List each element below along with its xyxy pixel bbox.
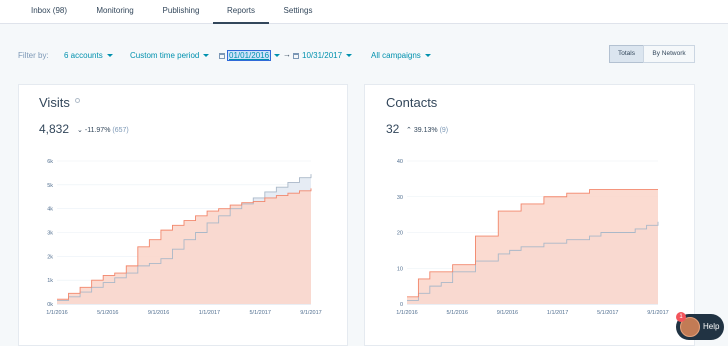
- top-nav-tabs: Inbox (98) Monitoring Publishing Reports…: [0, 0, 728, 24]
- by-network-toggle-button[interactable]: By Network: [643, 45, 695, 63]
- x-tick-label: 9/1/2016: [497, 310, 518, 316]
- tab-monitoring[interactable]: Monitoring: [90, 0, 140, 24]
- time-period-dropdown[interactable]: Custom time period: [130, 51, 210, 60]
- tab-publishing[interactable]: Publishing: [157, 0, 205, 24]
- chevron-down-icon: [346, 54, 353, 58]
- filter-label: Filter by:: [18, 51, 49, 60]
- y-tick-label: 5k: [47, 183, 53, 189]
- y-tick-label: 40: [397, 159, 403, 165]
- chevron-down-icon: [424, 54, 431, 58]
- x-tick-label: 1/1/2016: [396, 310, 417, 316]
- x-tick-label: 5/1/2016: [446, 310, 467, 316]
- contacts-card: Contacts 32 ⌃ 39.13% (9) 0 10 20 30 40 1/1/201…: [364, 84, 695, 346]
- tab-reports[interactable]: Reports: [213, 0, 269, 24]
- accounts-dropdown[interactable]: 6 accounts: [64, 51, 113, 60]
- chevron-down-icon: [106, 54, 113, 58]
- calendar-icon: [219, 52, 225, 59]
- x-tick-label: 9/1/2017: [647, 310, 668, 316]
- help-chat-button[interactable]: 1 Help: [676, 312, 724, 340]
- y-tick-label: 0: [400, 302, 403, 308]
- x-tick-label: 9/1/2017: [300, 310, 321, 316]
- y-tick-label: 2k: [47, 254, 53, 260]
- visits-area-chart: 0k 1k 2k 3k 4k 5k 6k 1/1/2016 5/1/2016 9/1/2016 1/…: [46, 159, 321, 316]
- y-tick-label: 30: [397, 195, 403, 201]
- accounts-dropdown-label: 6 accounts: [64, 51, 103, 60]
- visits-card: Visits 4,832 ⌄ -11.97% (657) 0k 1k 2k 3k 4k 5k…: [18, 84, 348, 346]
- y-tick-label: 10: [397, 266, 403, 272]
- y-tick-label: 6k: [47, 159, 53, 165]
- campaigns-dropdown[interactable]: All campaigns: [371, 51, 431, 60]
- time-period-label: Custom time period: [130, 51, 200, 60]
- x-tick-label: 1/1/2017: [547, 310, 568, 316]
- x-tick-label: 5/1/2017: [249, 310, 270, 316]
- x-tick-label: 1/1/2017: [199, 310, 220, 316]
- end-date-input[interactable]: 10/31/2017: [302, 51, 342, 60]
- y-tick-label: 3k: [47, 231, 53, 237]
- start-date-input[interactable]: 01/01/2016: [226, 50, 272, 61]
- x-tick-label: 1/1/2016: [46, 310, 67, 316]
- help-label: Help: [703, 322, 720, 331]
- x-tick-label: 5/1/2016: [97, 310, 118, 316]
- y-tick-label: 1k: [47, 278, 53, 284]
- calendar-icon: [293, 52, 299, 59]
- y-tick-label: 0k: [47, 302, 53, 308]
- tab-inbox[interactable]: Inbox (98): [25, 0, 73, 24]
- totals-toggle-button[interactable]: Totals: [609, 45, 644, 63]
- contacts-area-chart: 0 10 20 30 40 1/1/2016 5/1/2016 9/1/2016 1/1/201…: [396, 159, 668, 316]
- filter-bar: Filter by: 6 accounts Custom time period…: [0, 24, 728, 86]
- end-date-picker[interactable]: 10/31/2017: [293, 51, 353, 60]
- y-tick-label: 20: [397, 231, 403, 237]
- campaigns-dropdown-label: All campaigns: [371, 51, 421, 60]
- y-tick-label: 4k: [47, 207, 53, 213]
- chevron-down-icon: [274, 54, 281, 58]
- start-date-picker[interactable]: 01/01/2016: [219, 50, 281, 61]
- tab-settings[interactable]: Settings: [279, 0, 317, 24]
- chevron-down-icon: [203, 54, 210, 58]
- x-tick-label: 5/1/2017: [597, 310, 618, 316]
- x-tick-label: 9/1/2016: [148, 310, 169, 316]
- notification-badge: 1: [676, 312, 686, 322]
- arrow-right-icon: →: [283, 50, 291, 59]
